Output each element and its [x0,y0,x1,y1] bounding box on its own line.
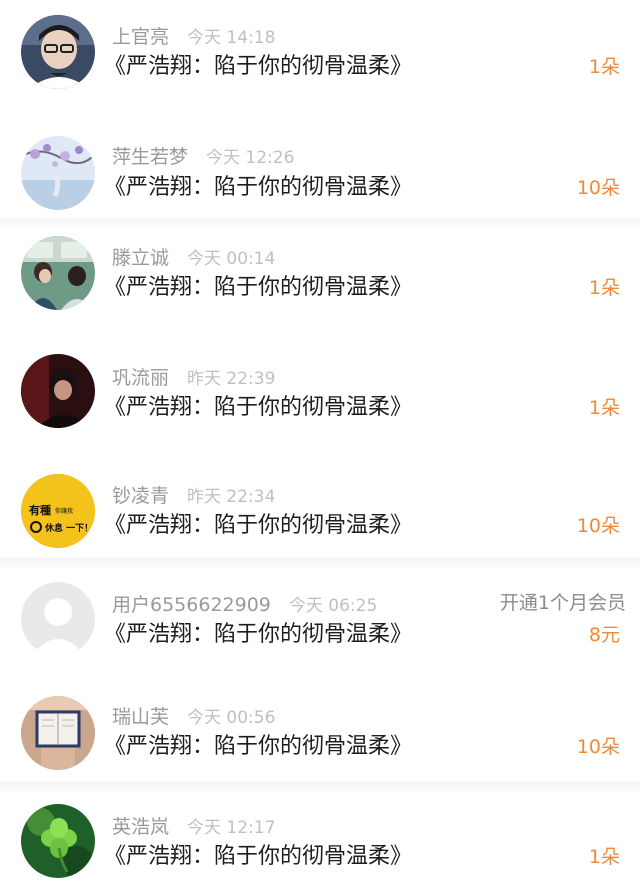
avatar[interactable] [21,136,95,210]
user-name[interactable]: 瑞山芙 [112,702,169,729]
avatar[interactable] [21,15,95,89]
gift-amount: 10朵 [576,515,620,537]
membership-label: 开通1个月会员 [499,592,626,614]
divider [0,558,640,566]
gift-record-list: 上官亮 今天 14:18 《严浩翔：陷于你的彻骨温柔》 1朵 萍生若梦 今天 1… [0,0,640,896]
avatar[interactable] [21,696,95,770]
gift-amount: 1朵 [588,846,620,868]
gift-amount: 1朵 [588,397,620,419]
list-item[interactable]: 英浩岚 今天 12:17 《严浩翔：陷于你的彻骨温柔》 1朵 [0,790,640,896]
avatar[interactable]: 有種 你讓我 休息 一下！ [21,474,95,548]
list-item[interactable]: 有種 你讓我 休息 一下！ 钞凌青 昨天 22:34 《严浩翔：陷于你的彻骨温柔… [0,450,640,558]
list-item[interactable]: 用户6556622909 今天 06:25 开通1个月会员 《严浩翔：陷于你的彻… [0,566,640,680]
book-title[interactable]: 《严浩翔：陷于你的彻骨温柔》 [104,171,412,205]
timestamp: 昨天 22:39 [187,368,276,389]
book-title[interactable]: 《严浩翔：陷于你的彻骨温柔》 [104,730,412,764]
list-item[interactable]: 上官亮 今天 14:18 《严浩翔：陷于你的彻骨温柔》 1朵 [0,0,640,120]
gift-amount: 10朵 [576,736,620,758]
gift-amount: 10朵 [576,177,620,199]
user-name[interactable]: 巩流丽 [112,363,169,390]
list-item[interactable]: 萍生若梦 今天 12:26 《严浩翔：陷于你的彻骨温柔》 10朵 [0,120,640,220]
gift-amount: 1朵 [588,56,620,78]
book-title[interactable]: 《严浩翔：陷于你的彻骨温柔》 [104,840,412,874]
gift-amount: 1朵 [588,277,620,299]
avatar-text-line2: 休息 一下！ [44,522,93,534]
list-item[interactable]: 滕立诚 今天 00:14 《严浩翔：陷于你的彻骨温柔》 1朵 [0,226,640,332]
gift-amount: 8元 [588,624,620,646]
timestamp: 今天 00:14 [187,248,276,269]
book-title[interactable]: 《严浩翔：陷于你的彻骨温柔》 [104,50,412,84]
book-title[interactable]: 《严浩翔：陷于你的彻骨温柔》 [104,391,412,425]
divider [0,218,640,226]
user-name[interactable]: 萍生若梦 [112,142,188,169]
user-name[interactable]: 用户6556622909 [112,590,271,617]
avatar[interactable] [21,804,95,878]
timestamp: 今天 12:17 [187,817,276,838]
avatar[interactable] [21,236,95,310]
timestamp: 今天 06:25 [288,595,378,616]
list-item[interactable]: 瑞山芙 今天 00:56 《严浩翔：陷于你的彻骨温柔》 10朵 [0,680,640,782]
user-name[interactable]: 上官亮 [112,22,169,49]
avatar-text-small: 你讓我 [55,507,73,515]
book-title[interactable]: 《严浩翔：陷于你的彻骨温柔》 [104,618,412,652]
book-title[interactable]: 《严浩翔：陷于你的彻骨温柔》 [104,271,412,305]
avatar-text-line1: 有種 [29,503,51,517]
book-title[interactable]: 《严浩翔：陷于你的彻骨温柔》 [104,509,412,543]
timestamp: 今天 00:56 [187,707,276,728]
timestamp: 今天 14:18 [187,27,276,48]
list-item[interactable]: 巩流丽 昨天 22:39 《严浩翔：陷于你的彻骨温柔》 1朵 [0,332,640,450]
timestamp: 昨天 22:34 [187,486,276,507]
user-name[interactable]: 钞凌青 [112,481,169,508]
user-name[interactable]: 英浩岚 [112,812,169,839]
avatar[interactable] [21,354,95,428]
divider [0,782,640,790]
default-avatar-icon[interactable] [21,582,95,656]
user-name[interactable]: 滕立诚 [112,243,169,270]
timestamp: 今天 12:26 [206,147,295,168]
